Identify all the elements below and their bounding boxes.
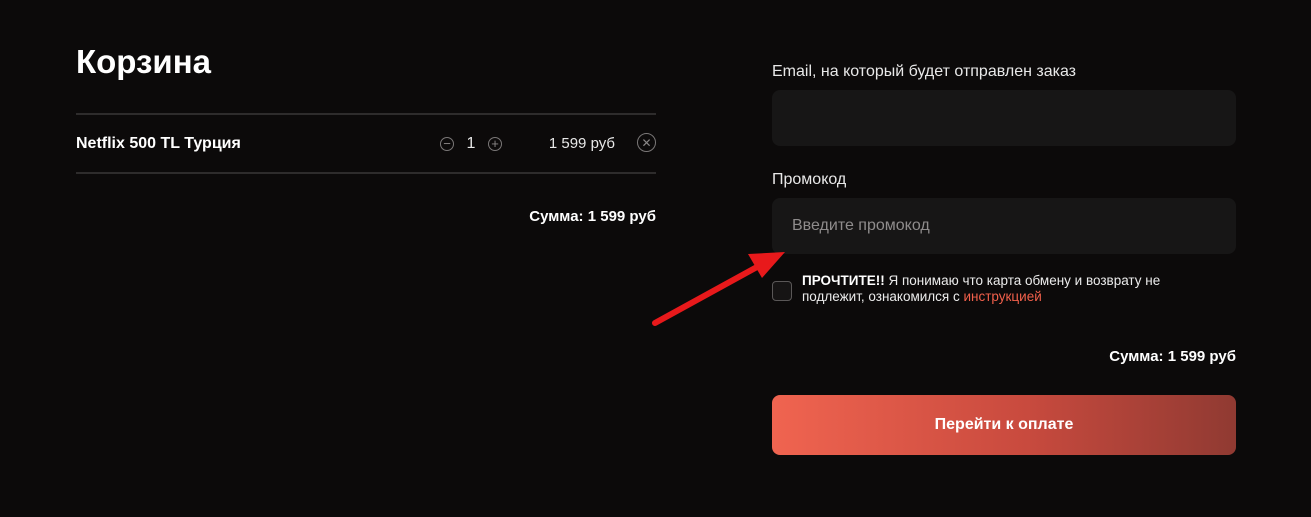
promo-label: Промокод — [772, 171, 847, 188]
plus-circle-icon[interactable]: + — [488, 136, 502, 151]
cart-item-name: Netflix 500 TL Турция — [76, 134, 241, 152]
email-field[interactable] — [772, 90, 1236, 146]
cart-total: Сумма: 1 599 руб — [529, 208, 656, 225]
arrow-head — [748, 252, 785, 278]
instruction-link[interactable]: инструкцией — [963, 289, 1041, 304]
agreement: ПРОЧТИТЕ!! Я понимаю что карта обмену и … — [772, 273, 1236, 304]
checkout-form: Email, на который будет отправлен заказ … — [772, 60, 1236, 455]
annotation-arrow — [652, 252, 785, 326]
minus-circle-icon[interactable]: − — [440, 136, 454, 151]
quantity-value: 1 — [466, 134, 476, 152]
cart-item-price: 1 599 руб — [548, 135, 615, 152]
cart-section: Корзина Netflix 500 TL Турция − 1 + 1 59… — [76, 40, 656, 225]
pay-button[interactable]: Перейти к оплате — [772, 395, 1236, 455]
cart-item-row: Netflix 500 TL Турция − 1 + 1 599 руб ✕ — [76, 115, 656, 172]
agree-warning: ПРОЧТИТЕ!! — [802, 273, 885, 288]
order-total: Сумма: 1 599 руб — [1109, 348, 1236, 365]
agree-text: ПРОЧТИТЕ!! Я понимаю что карта обмену и … — [802, 273, 1222, 304]
arrow-shaft — [652, 259, 769, 326]
email-label: Email, на который будет отправлен заказ — [772, 63, 1077, 80]
promo-input[interactable] — [772, 198, 1236, 254]
divider — [76, 172, 656, 174]
page-title: Корзина — [76, 43, 211, 80]
close-circle-icon[interactable]: ✕ — [637, 133, 656, 152]
quantity-stepper: − 1 + — [440, 115, 502, 172]
